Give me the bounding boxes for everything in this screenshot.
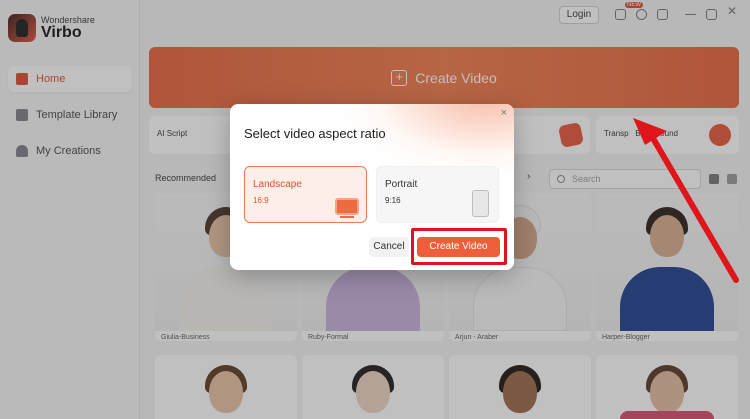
close-icon[interactable]: × — [501, 107, 507, 119]
option-name: Landscape — [253, 179, 302, 190]
option-ratio: 16:9 — [253, 196, 269, 205]
landscape-monitor-icon — [335, 198, 359, 218]
option-name: Portrait — [385, 179, 418, 190]
portrait-option[interactable]: Portrait 9:16 — [376, 166, 499, 223]
portrait-phone-icon — [472, 190, 489, 217]
option-ratio: 9:16 — [385, 196, 401, 205]
cancel-button[interactable]: Cancel — [369, 237, 409, 257]
landscape-option[interactable]: Landscape 16:9 — [244, 166, 367, 223]
aspect-ratio-dialog: × Select video aspect ratio Landscape 16… — [230, 104, 514, 270]
create-video-button[interactable]: Create Video — [417, 237, 500, 257]
dialog-title: Select video aspect ratio — [244, 126, 386, 141]
